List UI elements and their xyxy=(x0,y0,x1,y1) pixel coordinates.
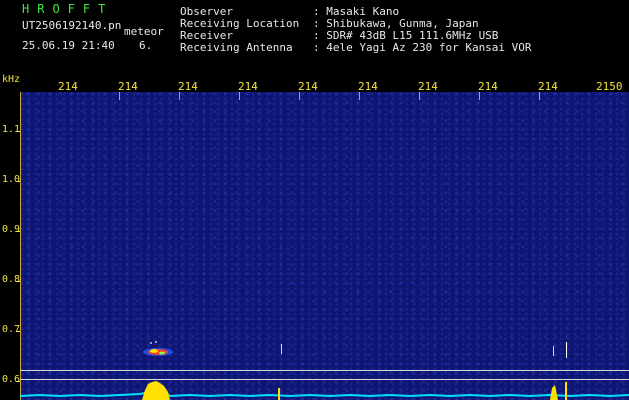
image-filename: UT2506192140.pn xyxy=(22,19,122,32)
minute-gridline xyxy=(179,92,180,100)
minute-gridline xyxy=(479,92,480,100)
y-tick-label: 0.9 xyxy=(2,224,21,235)
interference-line xyxy=(281,344,282,354)
value-antenna: : 4ele Yagi Az 230 for Kansai VOR xyxy=(313,41,532,54)
signal-peak xyxy=(565,382,567,400)
detection-count: 6. xyxy=(139,39,153,52)
detection-tag: meteor xyxy=(124,25,164,38)
y-tick-label: 0.8 xyxy=(2,274,21,285)
minute-gridline xyxy=(359,92,360,100)
reference-line xyxy=(20,370,629,371)
spectrogram-plot xyxy=(20,92,629,400)
meteor-echo xyxy=(143,341,173,356)
app-logo: HROFFT xyxy=(22,2,114,16)
observation-datetime: 25.06.19 21:40 xyxy=(22,39,115,52)
minute-gridline xyxy=(119,92,120,100)
minute-gridline xyxy=(419,92,420,100)
minute-gridline xyxy=(299,92,300,100)
y-axis-unit: kHz xyxy=(2,74,21,85)
left-axis-line xyxy=(20,92,21,400)
y-tick-label: 1.0 xyxy=(2,174,21,185)
y-tick-label: 0.6 xyxy=(2,374,21,385)
signal-peak xyxy=(142,381,170,400)
power-spectrum xyxy=(20,381,629,400)
minute-gridline xyxy=(239,92,240,100)
y-tick-label: 1.1 xyxy=(2,124,21,135)
interference-line xyxy=(553,346,554,356)
interference-line xyxy=(566,342,567,358)
y-tick-label: 0.7 xyxy=(2,324,21,335)
signal-peak xyxy=(550,385,558,400)
signal-peak xyxy=(278,388,280,400)
hrofft-screen: HROFFT UT2506192140.pn meteor 25.06.19 2… xyxy=(0,0,629,400)
label-antenna: Receiving Antenna xyxy=(180,41,293,54)
minute-gridline xyxy=(539,92,540,100)
